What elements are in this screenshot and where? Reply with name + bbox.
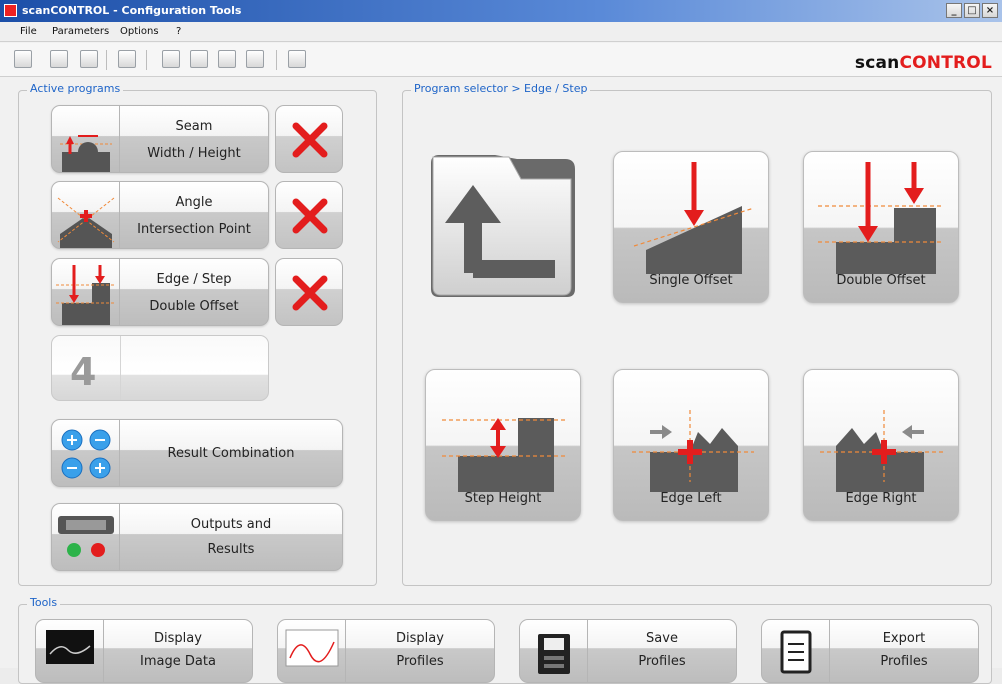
save-disk-icon xyxy=(520,620,588,682)
tile-single-offset[interactable]: Single Offset xyxy=(613,151,769,303)
save-config-icon[interactable] xyxy=(190,50,208,68)
display-image-data-button[interactable]: Display Image Data xyxy=(35,619,253,683)
tool-3-line2: Profiles xyxy=(638,654,686,669)
window-title: scanCONTROL - Configuration Tools xyxy=(22,4,242,17)
program-selector-legend: Program selector > Edge / Step xyxy=(411,82,591,95)
program-angle-button[interactable]: Angle Intersection Point xyxy=(51,181,269,249)
tile-step-height[interactable]: Step Height xyxy=(425,369,581,521)
load-config-icon[interactable] xyxy=(162,50,180,68)
open-icon[interactable] xyxy=(50,50,68,68)
title-bar[interactable]: scanCONTROL - Configuration Tools _ □ × xyxy=(0,0,1002,22)
tile-double-offset[interactable]: Double Offset xyxy=(803,151,959,303)
empty-program-slot-4[interactable]: 4 xyxy=(51,335,269,401)
tile-edge-right-label: Edge Right xyxy=(845,491,917,506)
tile-edge-right[interactable]: Edge Right xyxy=(803,369,959,521)
outputs-label-line2: Results xyxy=(207,542,255,557)
display-profiles-button[interactable]: Display Profiles xyxy=(277,619,495,683)
slot-divider xyxy=(120,336,121,400)
outputs-results-icon xyxy=(52,504,120,570)
result-combination-button[interactable]: Result Combination xyxy=(51,419,343,487)
connect-icon[interactable] xyxy=(14,50,32,68)
program-3-mode: Double Offset xyxy=(149,299,239,314)
tool-2-line1: Display xyxy=(396,631,444,646)
program-2-mode: Intersection Point xyxy=(137,222,251,237)
tool-4-line1: Export xyxy=(882,631,926,646)
save-icon[interactable] xyxy=(80,50,98,68)
export-document-icon xyxy=(762,620,830,682)
seam-width-height-icon xyxy=(52,106,120,172)
delete-program-2-button[interactable] xyxy=(275,181,343,249)
back-folder-icon xyxy=(431,155,575,297)
delete-x-icon xyxy=(292,198,328,234)
tile-double-offset-label: Double Offset xyxy=(836,273,926,288)
close-window-button[interactable]: × xyxy=(982,3,998,18)
menu-help[interactable]: ? xyxy=(176,26,181,37)
menu-file[interactable]: File xyxy=(20,26,37,37)
minimize-button[interactable]: _ xyxy=(946,3,962,18)
program-3-type: Edge / Step xyxy=(156,272,232,287)
delete-x-icon xyxy=(292,275,328,311)
outputs-label-line1: Outputs and xyxy=(190,517,272,532)
program-seam-button[interactable]: Seam Width / Height xyxy=(51,105,269,173)
toolbar-separator xyxy=(146,50,147,70)
program-edge-step-button[interactable]: Edge / Step Double Offset xyxy=(51,258,269,326)
delete-x-icon xyxy=(292,122,328,158)
back-folder-button[interactable] xyxy=(425,149,581,301)
copy-icon[interactable] xyxy=(218,50,236,68)
profiles-graph-icon xyxy=(278,620,346,682)
program-selector-group: Program selector > Edge / Step Single Of… xyxy=(402,82,992,586)
export-profiles-button[interactable]: Export Profiles xyxy=(761,619,979,683)
tool-3-line1: Save xyxy=(646,631,678,646)
tile-edge-left-label: Edge Left xyxy=(660,491,722,506)
outputs-results-button[interactable]: Outputs and Results xyxy=(51,503,343,571)
toolbar-separator xyxy=(106,50,107,70)
tile-step-height-label: Step Height xyxy=(464,491,542,506)
edge-step-double-offset-icon xyxy=(52,259,120,325)
print-icon[interactable] xyxy=(118,50,136,68)
tool-1-line2: Image Data xyxy=(140,654,216,669)
tile-edge-left[interactable]: Edge Left xyxy=(613,369,769,521)
result-combination-label: Result Combination xyxy=(167,446,295,461)
brand-logo: scanCONTROL xyxy=(854,53,992,73)
tile-single-offset-label: Single Offset xyxy=(649,273,733,288)
tools-legend: Tools xyxy=(27,596,61,609)
menu-bar: File Parameters Options ? xyxy=(0,22,1002,42)
tool-2-line2: Profiles xyxy=(396,654,444,669)
transfer-icon[interactable] xyxy=(288,50,306,68)
image-data-icon xyxy=(36,620,104,682)
result-combination-icon xyxy=(52,420,120,486)
app-icon xyxy=(4,4,17,17)
maximize-button[interactable]: □ xyxy=(964,3,980,18)
active-programs-legend: Active programs xyxy=(27,82,124,95)
tool-4-line2: Profiles xyxy=(880,654,928,669)
program-2-type: Angle xyxy=(175,195,213,210)
tools-group: Tools Display Image Data Display Profile… xyxy=(18,596,992,684)
menu-parameters[interactable]: Parameters xyxy=(52,26,109,37)
program-1-type: Seam xyxy=(175,119,213,134)
app-window: scanCONTROL - Configuration Tools _ □ × … xyxy=(0,0,1002,684)
toolbar: scanCONTROL xyxy=(0,43,1002,77)
slot-number: 4 xyxy=(70,350,97,394)
angle-intersection-icon xyxy=(52,182,120,248)
menu-options[interactable]: Options xyxy=(120,26,159,37)
active-programs-group: Active programs Seam Width / Height Angl… xyxy=(18,82,377,586)
tool-1-line1: Display xyxy=(154,631,202,646)
paste-icon[interactable] xyxy=(246,50,264,68)
delete-program-3-button[interactable] xyxy=(275,258,343,326)
delete-program-1-button[interactable] xyxy=(275,105,343,173)
save-profiles-button[interactable]: Save Profiles xyxy=(519,619,737,683)
program-1-mode: Width / Height xyxy=(147,146,241,161)
toolbar-separator xyxy=(276,50,277,70)
